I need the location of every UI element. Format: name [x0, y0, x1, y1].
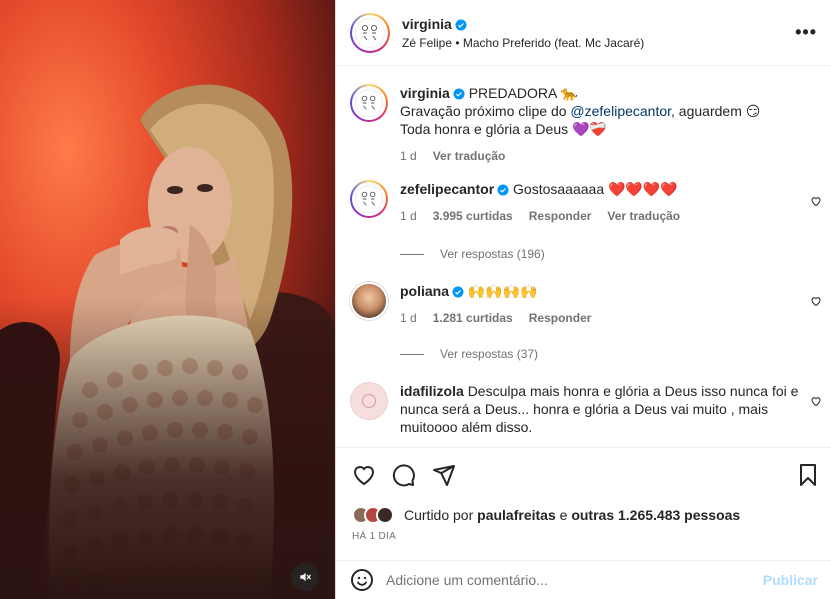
mute-icon: [300, 572, 311, 582]
post-time[interactable]: HÁ 1 DIA: [352, 531, 396, 542]
post-video[interactable]: [0, 0, 335, 599]
mute-button[interactable]: [291, 563, 319, 591]
comment-username[interactable]: poliana: [400, 283, 449, 299]
comment-item: poliana 🙌🙌🙌🙌 1 d 1.281 curtidas Responde…: [350, 282, 820, 327]
verified-icon: [497, 184, 509, 196]
comment-item: idafilizola Desculpa mais honra e glória…: [350, 382, 820, 436]
heart-icon[interactable]: [810, 295, 822, 307]
caption-time[interactable]: 1 d: [400, 147, 417, 165]
comment-icon[interactable]: [392, 463, 416, 487]
more-options-button[interactable]: •••: [795, 22, 817, 43]
emoji-icon[interactable]: [350, 568, 374, 592]
verified-icon: [455, 19, 467, 30]
post-actions: [336, 447, 831, 503]
author-username[interactable]: virginia: [402, 16, 452, 32]
view-replies-label: Ver respostas (37): [440, 347, 539, 361]
comment-input[interactable]: [386, 572, 763, 588]
mention-link[interactable]: @zefelipecantor: [570, 103, 671, 119]
bookmark-icon[interactable]: [796, 463, 820, 487]
reply-button[interactable]: Responder: [529, 309, 592, 327]
likes-prefix: Curtido por: [404, 507, 478, 523]
reply-button[interactable]: Responder: [529, 207, 592, 225]
caption-line-2-suffix: , aguardem 😏: [671, 103, 761, 119]
comment-likes[interactable]: 1.281 curtidas: [433, 309, 513, 327]
heart-icon[interactable]: [810, 395, 822, 407]
comment-item: zefelipecantor Gostosaaaaaa ❤️❤️❤️❤️ 1 d…: [350, 180, 820, 225]
caption-avatar[interactable]: [350, 84, 388, 122]
verified-icon: [452, 286, 464, 298]
likes-summary: Curtido por paulafreitas e outras 1.265.…: [352, 506, 740, 524]
comment-text: 🙌🙌🙌🙌: [467, 283, 538, 299]
likes-middle: e: [555, 507, 572, 523]
caption-line-2-prefix: Gravação próximo clipe do: [400, 103, 571, 119]
post-header: virginia Zé Felipe • Macho Preferido (fe…: [336, 0, 831, 66]
comment-likes[interactable]: 3.995 curtidas: [433, 207, 513, 225]
liker-avatar: [376, 506, 394, 524]
video-shade: [0, 299, 335, 599]
avatar-logo-icon: [361, 95, 376, 110]
share-icon[interactable]: [432, 463, 456, 487]
view-replies-label: Ver respostas (196): [440, 247, 545, 261]
likes-others[interactable]: outras 1.265.483 pessoas: [571, 507, 740, 523]
caption-line-1: PREDADORA 🐆: [468, 85, 578, 101]
comment-time[interactable]: 1 d: [400, 207, 417, 225]
view-replies-button[interactable]: Ver respostas (196): [400, 247, 545, 261]
heart-icon[interactable]: [810, 195, 822, 207]
publish-button[interactable]: Publicar: [763, 572, 818, 588]
comment-username[interactable]: zefelipecantor: [400, 181, 494, 197]
comment-avatar[interactable]: [350, 282, 388, 320]
comment-text: Gostosaaaaaa ❤️❤️❤️❤️: [513, 181, 678, 197]
liker-username[interactable]: paulafreitas: [477, 507, 556, 523]
avatar-logo-icon: [361, 191, 376, 206]
heart-icon[interactable]: [352, 463, 376, 487]
comment-avatar[interactable]: [350, 180, 388, 218]
caption-username[interactable]: virginia: [400, 85, 450, 101]
comment-avatar[interactable]: [350, 382, 388, 420]
post-side-panel: virginia Zé Felipe • Macho Preferido (fe…: [335, 0, 831, 599]
audio-info[interactable]: Zé Felipe • Macho Preferido (feat. Mc Ja…: [402, 36, 644, 50]
avatar-logo-icon: [362, 24, 377, 40]
translate-button[interactable]: Ver tradução: [433, 147, 506, 165]
comment-username[interactable]: idafilizola: [400, 383, 464, 399]
caption-line-3: Toda honra e glória a Deus 💜❤️‍🩹: [400, 121, 607, 137]
comment-time[interactable]: 1 d: [400, 309, 417, 327]
view-replies-button[interactable]: Ver respostas (37): [400, 347, 538, 361]
comments-list: virginia PREDADORA 🐆 Gravação próximo cl…: [336, 67, 831, 447]
caption: virginia PREDADORA 🐆 Gravação próximo cl…: [350, 84, 820, 165]
post-modal: virginia Zé Felipe • Macho Preferido (fe…: [0, 0, 831, 599]
add-comment-bar: Publicar: [336, 560, 831, 599]
translate-button[interactable]: Ver tradução: [607, 207, 680, 225]
author-avatar[interactable]: [350, 12, 390, 53]
verified-icon: [453, 88, 465, 100]
